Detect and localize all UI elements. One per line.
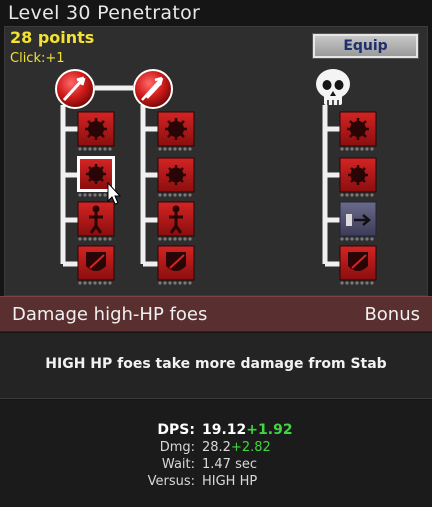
stat-value: 1.47 sec bbox=[202, 457, 257, 472]
stat-label: Dmg: bbox=[159, 440, 195, 455]
skill-description: HIGH HP foes take more damage from Stab bbox=[45, 356, 387, 372]
skill-tile[interactable] bbox=[157, 245, 195, 285]
skill-tile[interactable] bbox=[77, 111, 115, 151]
skill-name-bar: Damage high-HP foes Bonus bbox=[0, 296, 432, 332]
skill-tile[interactable] bbox=[339, 111, 377, 151]
skill-tile[interactable] bbox=[157, 157, 195, 197]
stat-value: 19.12 bbox=[202, 422, 247, 438]
stat-value: 28.2 bbox=[202, 440, 231, 455]
arrow-icon[interactable] bbox=[339, 201, 377, 241]
stat-bonus: +2.82 bbox=[230, 440, 271, 455]
skill-type: Bonus bbox=[364, 304, 420, 325]
stat-bonus: +1.92 bbox=[246, 422, 293, 438]
skill-tile[interactable] bbox=[77, 201, 115, 241]
skill-tile[interactable] bbox=[77, 245, 115, 285]
skill-name: Damage high-HP foes bbox=[12, 304, 208, 325]
skill-description-box: HIGH HP foes take more damage from Stab bbox=[0, 333, 432, 399]
skill-tile[interactable] bbox=[157, 201, 195, 241]
skull-icon[interactable] bbox=[316, 69, 350, 105]
skill-tile[interactable] bbox=[339, 157, 377, 197]
skill-panel: Level 30 Penetrator 28 points Click:+1 E… bbox=[0, 0, 432, 507]
stat-label: DPS: bbox=[157, 422, 195, 438]
spear-icon[interactable] bbox=[55, 69, 95, 109]
stat-value: HIGH HP bbox=[202, 474, 258, 489]
stats-panel: DPS: 19.12+1.92 Dmg: 28.2+2.82 Wait: 1.4… bbox=[0, 400, 432, 507]
stat-label: Wait: bbox=[161, 457, 195, 472]
skill-tile[interactable] bbox=[157, 111, 195, 151]
spear-icon[interactable] bbox=[133, 69, 173, 109]
skill-tree bbox=[55, 69, 377, 285]
stat-label: Versus: bbox=[147, 474, 195, 489]
skill-tile[interactable] bbox=[339, 245, 377, 285]
